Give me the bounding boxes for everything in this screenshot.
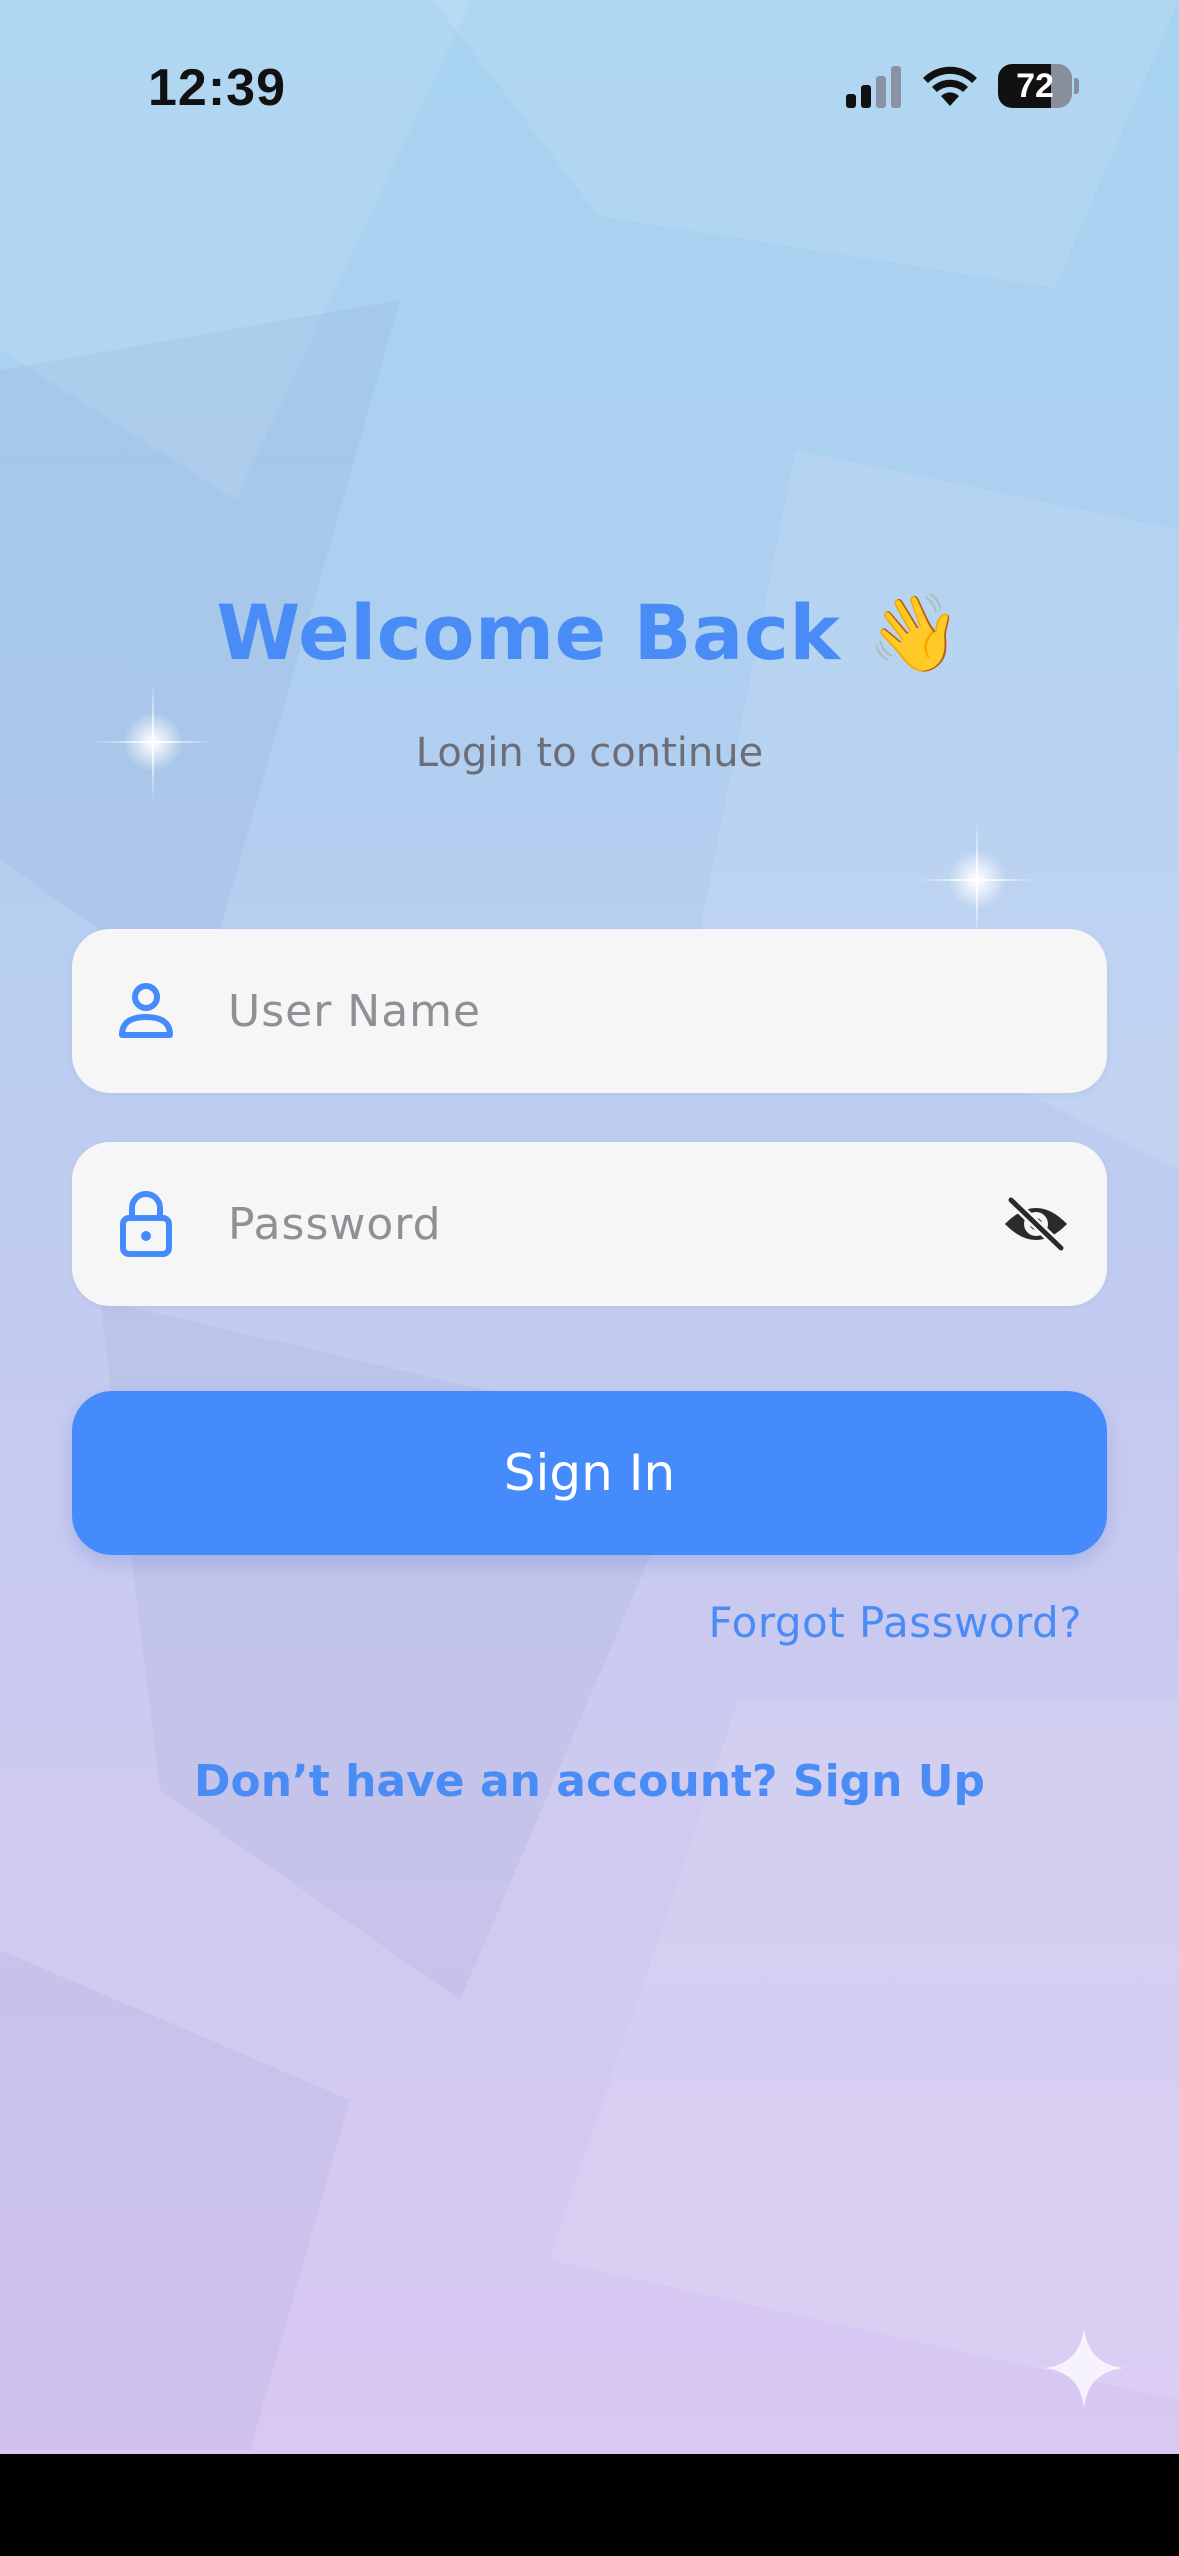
background-facet [700, 450, 1179, 1170]
forgot-password-link[interactable]: Forgot Password? [708, 1598, 1082, 1647]
battery-icon: 72 [998, 64, 1079, 108]
sign-up-link[interactable]: Don’t have an account? Sign Up [0, 1756, 1179, 1807]
sparkle-star-icon [1044, 2328, 1124, 2408]
page-title: Welcome Back 👋 [216, 588, 963, 677]
status-time: 12:39 [148, 59, 286, 117]
battery-percent: 72 [1016, 67, 1054, 105]
password-field[interactable] [72, 1142, 1107, 1306]
battery-cap [1074, 78, 1079, 94]
background-facet [0, 1950, 350, 2450]
wifi-icon [923, 66, 977, 106]
login-screen: 12:39 72 Welcome Back 👋 Login to continu… [0, 0, 1179, 2454]
password-input[interactable] [228, 1142, 1008, 1306]
sign-in-button[interactable]: Sign In [72, 1391, 1107, 1555]
page-subtitle: Login to continue [415, 730, 764, 776]
status-bar: 12:39 72 [0, 0, 1179, 170]
username-field[interactable] [72, 929, 1107, 1093]
eye-slash-icon[interactable] [1001, 1194, 1071, 1254]
lock-icon [120, 1191, 172, 1257]
person-icon [119, 983, 173, 1038]
sparkle-decoration [942, 845, 1012, 915]
battery-body: 72 [998, 64, 1072, 108]
signal-icon [846, 66, 901, 108]
username-input[interactable] [228, 929, 1008, 1093]
